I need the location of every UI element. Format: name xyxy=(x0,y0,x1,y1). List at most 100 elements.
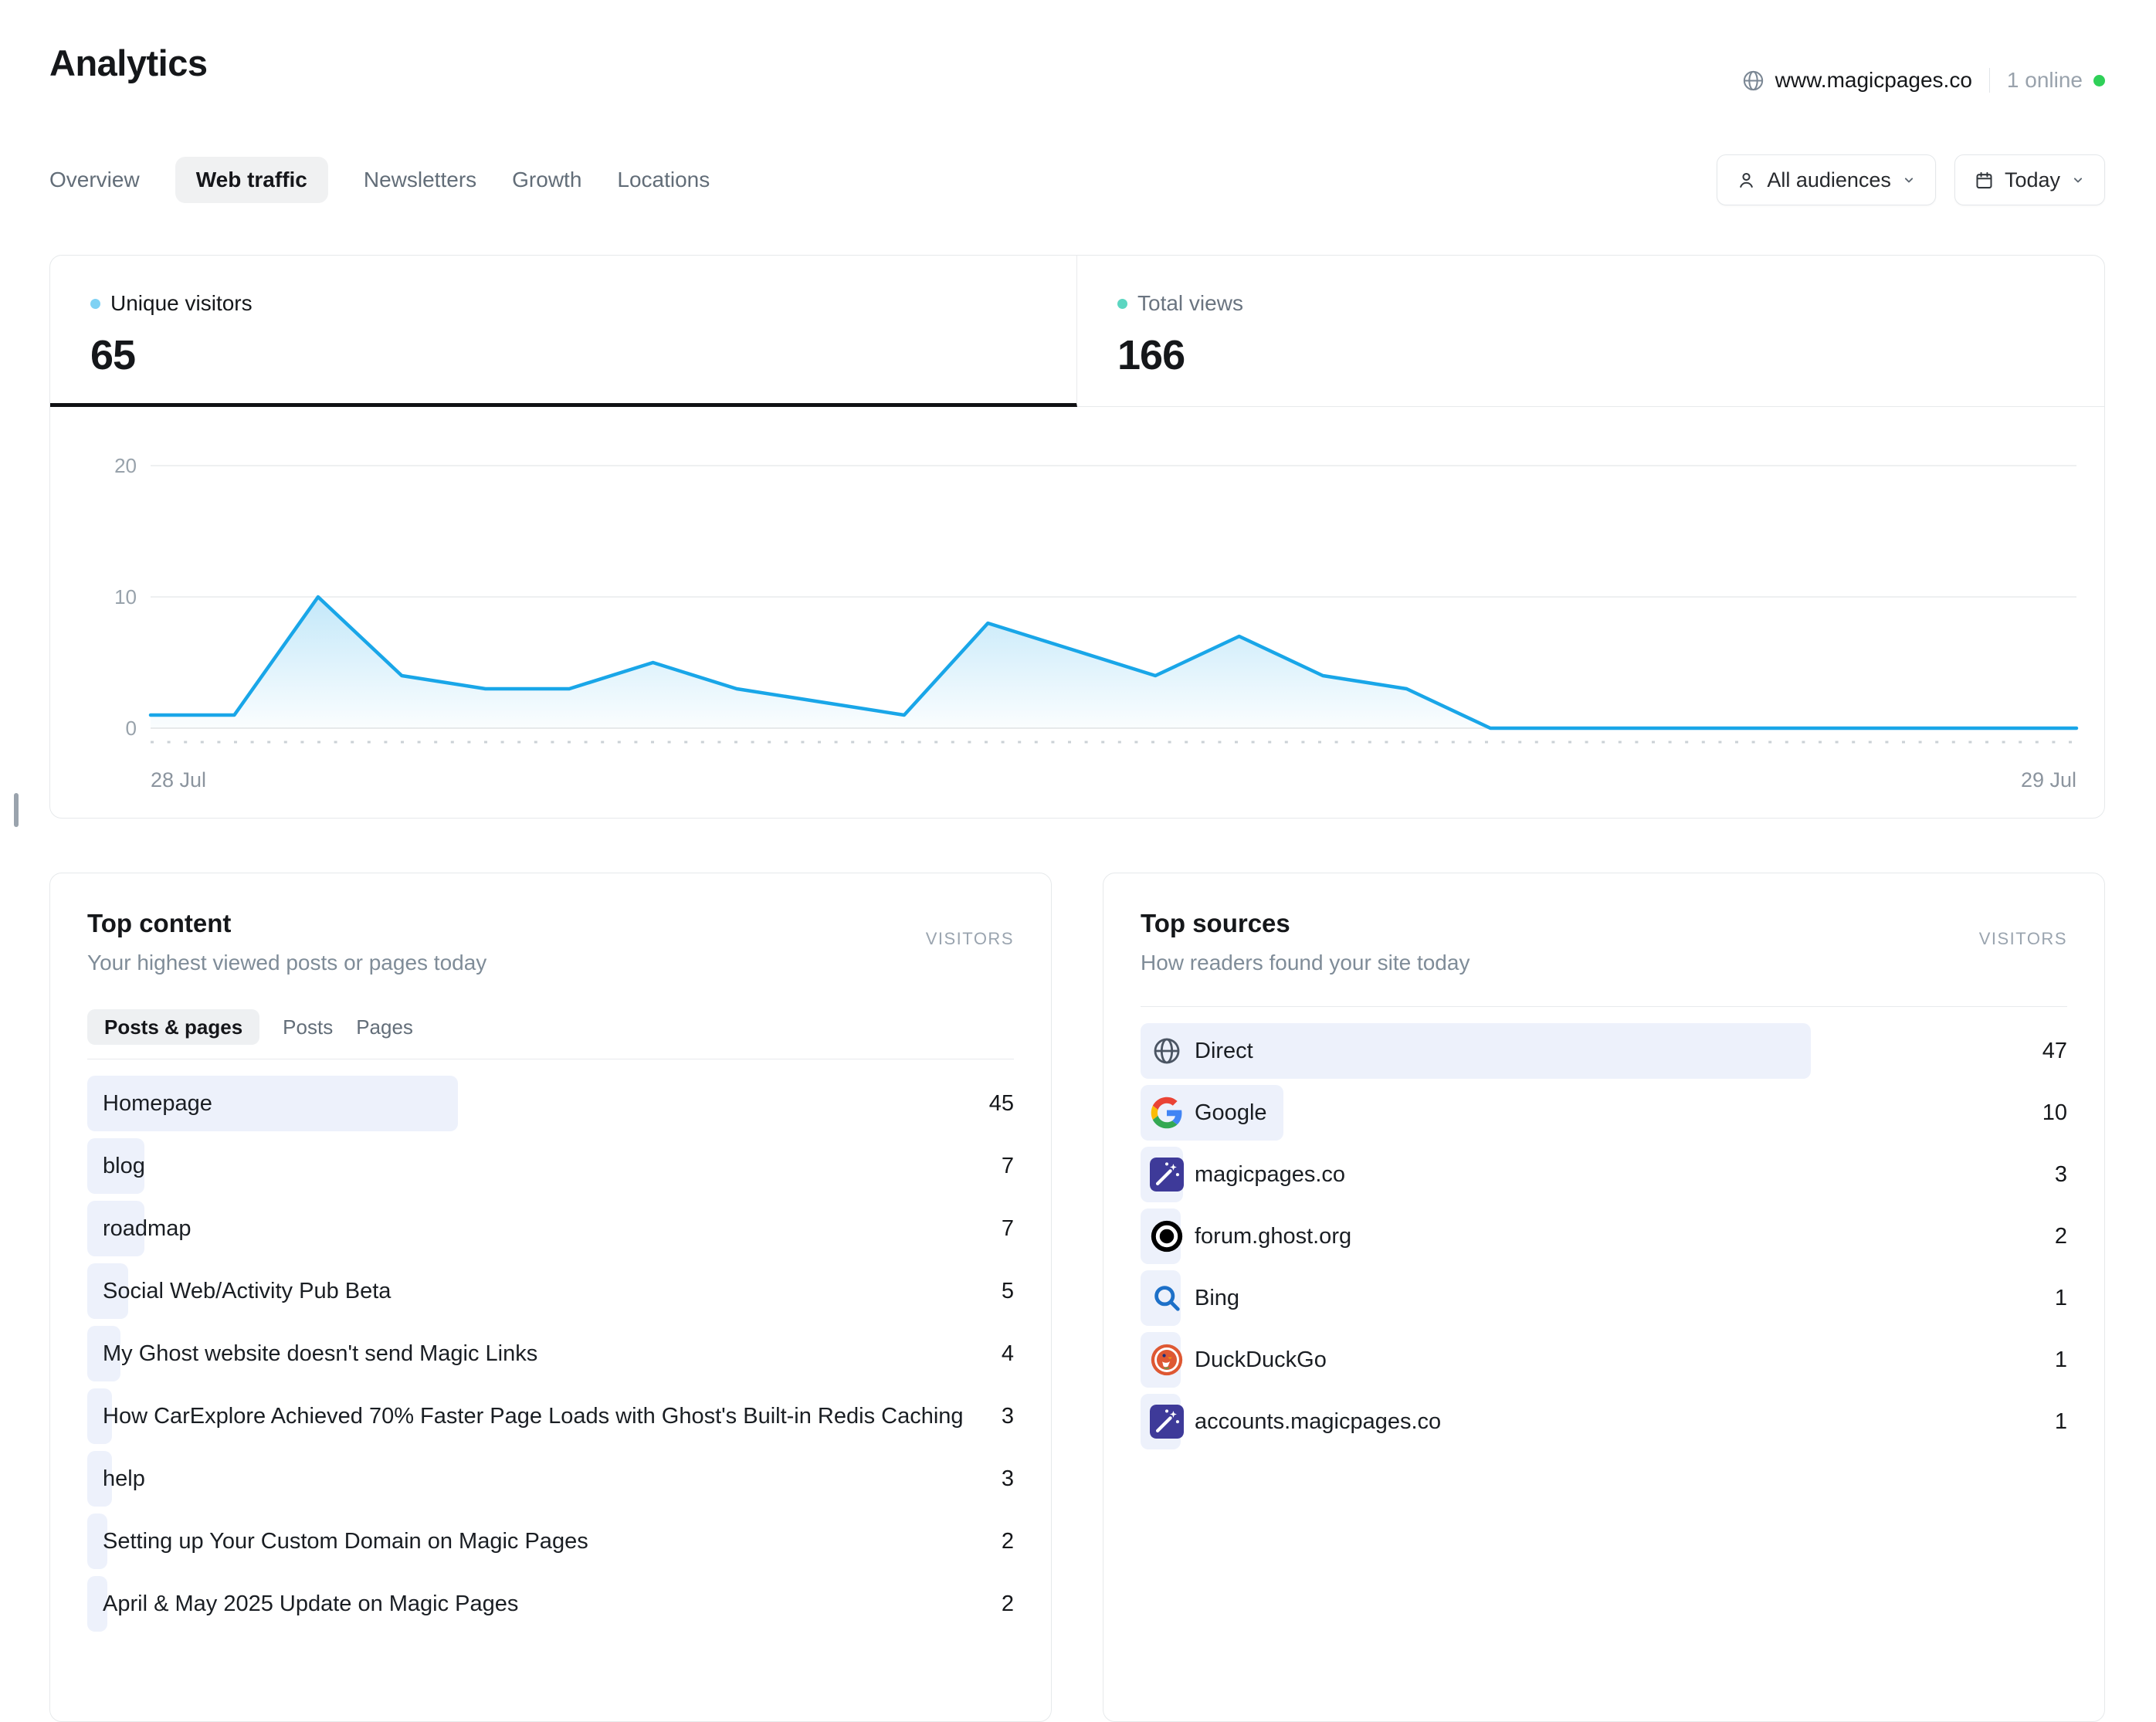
top-content-list: Homepage45blog7roadmap7Social Web/Activi… xyxy=(87,1076,1014,1639)
source-row[interactable]: Direct47 xyxy=(1141,1023,2067,1079)
y-axis-tick-label: 10 xyxy=(114,585,137,608)
row-visitors-value: 2 xyxy=(1002,1576,1014,1632)
tab-newsletters[interactable]: Newsletters xyxy=(364,157,476,203)
source-row[interactable]: Google 10 xyxy=(1141,1085,2067,1141)
chevron-down-icon xyxy=(2070,172,2086,188)
site-domain-link[interactable]: www.magicpages.co xyxy=(1775,68,1972,93)
row-visitors-value: 4 xyxy=(1002,1326,1014,1381)
row-label: Google xyxy=(1195,1085,1267,1141)
source-row[interactable]: magicpages.co 3 xyxy=(1141,1147,2067,1202)
content-tab-posts[interactable]: Posts xyxy=(283,1009,333,1045)
content-row[interactable]: roadmap 7 xyxy=(87,1201,1014,1256)
row-label: My Ghost website doesn't send Magic Link… xyxy=(103,1326,537,1381)
row-label: Homepage xyxy=(103,1076,212,1131)
total-views-dot xyxy=(1117,299,1127,309)
row-visitors-value: 5 xyxy=(1002,1263,1014,1319)
row-label: April & May 2025 Update on Magic Pages xyxy=(103,1576,518,1632)
row-visitors-value: 3 xyxy=(1002,1388,1014,1444)
row-visitors-value: 2 xyxy=(2055,1208,2067,1264)
x-axis-end-label: 29 Jul xyxy=(2021,768,2076,792)
row-label: Bing xyxy=(1195,1270,1239,1326)
top-content-card: Top content VISITORS Your highest viewed… xyxy=(49,873,1052,1722)
date-range-button[interactable]: Today xyxy=(1954,154,2105,205)
total-views-value: 166 xyxy=(1117,331,2104,379)
row-label: help xyxy=(103,1451,145,1507)
card-title: Top sources xyxy=(1141,909,1290,938)
nav-actions: All audiences Today xyxy=(1717,154,2105,205)
top-sources-list: Direct47 Google 10 magicpages.co 3 forum.ghos… xyxy=(1141,1023,2067,1456)
stat-tabs: Unique visitors 65 Total views 166 xyxy=(50,256,2104,407)
row-visitors-value: 3 xyxy=(1002,1451,1014,1507)
content-row[interactable]: How CarExplore Achieved 70% Faster Page … xyxy=(87,1388,1014,1444)
row-visitors-value: 45 xyxy=(989,1076,1014,1131)
calendar-icon xyxy=(1974,170,1995,191)
person-icon xyxy=(1736,170,1757,191)
unique-visitors-value: 65 xyxy=(90,331,1076,379)
analytics-tab-bar: Overview Web traffic Newsletters Growth Loca… xyxy=(49,157,710,203)
row-visitors-value: 7 xyxy=(1002,1138,1014,1194)
tab-overview[interactable]: Overview xyxy=(49,157,140,203)
visitors-area-chart: 20 10 0 28 Jul 29 Jul xyxy=(50,407,2104,819)
row-label: DuckDuckGo xyxy=(1195,1332,1327,1388)
row-visitors-value: 3 xyxy=(2055,1147,2067,1202)
stat-tab-total-views[interactable]: Total views 166 xyxy=(1077,256,2104,407)
nav-row: Overview Web traffic Newsletters Growth Loca… xyxy=(49,154,2105,205)
content-row[interactable]: Social Web/Activity Pub Beta 5 xyxy=(87,1263,1014,1319)
row-label: Setting up Your Custom Domain on Magic P… xyxy=(103,1514,588,1569)
content-row[interactable]: My Ghost website doesn't send Magic Link… xyxy=(87,1326,1014,1381)
content-row[interactable]: help 3 xyxy=(87,1451,1014,1507)
unique-visitors-dot xyxy=(90,299,100,309)
stat-label: Total views xyxy=(1137,291,1243,316)
google-icon xyxy=(1150,1096,1184,1130)
content-type-tabs: Posts & pages Posts Pages xyxy=(87,1009,413,1045)
row-label: How CarExplore Achieved 70% Faster Page … xyxy=(103,1388,964,1444)
tab-locations[interactable]: Locations xyxy=(617,157,710,203)
visitors-column-header: VISITORS xyxy=(926,929,1014,949)
content-row[interactable]: blog 7 xyxy=(87,1138,1014,1194)
audience-filter-button[interactable]: All audiences xyxy=(1717,154,1936,205)
y-axis-tick-label: 0 xyxy=(126,717,137,740)
ghost-forum-icon xyxy=(1150,1219,1184,1253)
source-row[interactable]: accounts.magicpages.co1 xyxy=(1141,1394,2067,1449)
y-axis-tick-label: 20 xyxy=(114,454,137,477)
content-tab-posts-pages[interactable]: Posts & pages xyxy=(87,1009,259,1045)
row-label: blog xyxy=(103,1138,145,1194)
stat-tab-unique-visitors[interactable]: Unique visitors 65 xyxy=(50,256,1077,407)
globe-icon xyxy=(1741,69,1765,93)
row-label: roadmap xyxy=(103,1201,191,1256)
content-row[interactable]: Homepage 45 xyxy=(87,1076,1014,1131)
visitors-column-header: VISITORS xyxy=(1979,929,2067,949)
source-row[interactable]: Bing1 xyxy=(1141,1270,2067,1326)
row-visitors-value: 1 xyxy=(2055,1394,2067,1449)
x-axis-start-label: 28 Jul xyxy=(151,768,206,792)
tab-web-traffic[interactable]: Web traffic xyxy=(175,157,328,203)
content-row[interactable]: April & May 2025 Update on Magic Pages 2 xyxy=(87,1576,1014,1632)
bing-search-icon xyxy=(1150,1281,1184,1315)
row-visitors-value: 7 xyxy=(1002,1201,1014,1256)
duckduckgo-icon xyxy=(1150,1343,1184,1377)
tab-growth[interactable]: Growth xyxy=(512,157,581,203)
row-visitors-value: 10 xyxy=(2042,1085,2067,1141)
magic-wand-icon xyxy=(1150,1405,1184,1439)
divider xyxy=(1141,1006,2067,1007)
row-label: Social Web/Activity Pub Beta xyxy=(103,1263,391,1319)
divider xyxy=(1989,68,1990,93)
site-meta: www.magicpages.co 1 online xyxy=(1741,65,2105,96)
row-label: forum.ghost.org xyxy=(1195,1208,1351,1264)
globe-icon xyxy=(1150,1034,1184,1068)
card-subtitle: Your highest viewed posts or pages today xyxy=(87,951,486,975)
content-tab-pages[interactable]: Pages xyxy=(356,1009,413,1045)
chevron-down-icon xyxy=(1901,172,1917,188)
row-label: magicpages.co xyxy=(1195,1147,1345,1202)
audience-filter-label: All audiences xyxy=(1767,168,1891,192)
content-row[interactable]: Setting up Your Custom Domain on Magic P… xyxy=(87,1514,1014,1569)
magic-wand-icon xyxy=(1150,1158,1184,1192)
row-visitors-value: 1 xyxy=(2055,1332,2067,1388)
top-sources-card: Top sources VISITORS How readers found y… xyxy=(1103,873,2105,1722)
online-count: 1 online xyxy=(2007,68,2083,93)
left-edge-scrollbar[interactable] xyxy=(14,793,19,827)
source-row[interactable]: DuckDuckGo 1 xyxy=(1141,1332,2067,1388)
page-title: Analytics xyxy=(49,42,207,84)
source-row[interactable]: forum.ghost.org 2 xyxy=(1141,1208,2067,1264)
row-visitors-value: 2 xyxy=(1002,1514,1014,1569)
